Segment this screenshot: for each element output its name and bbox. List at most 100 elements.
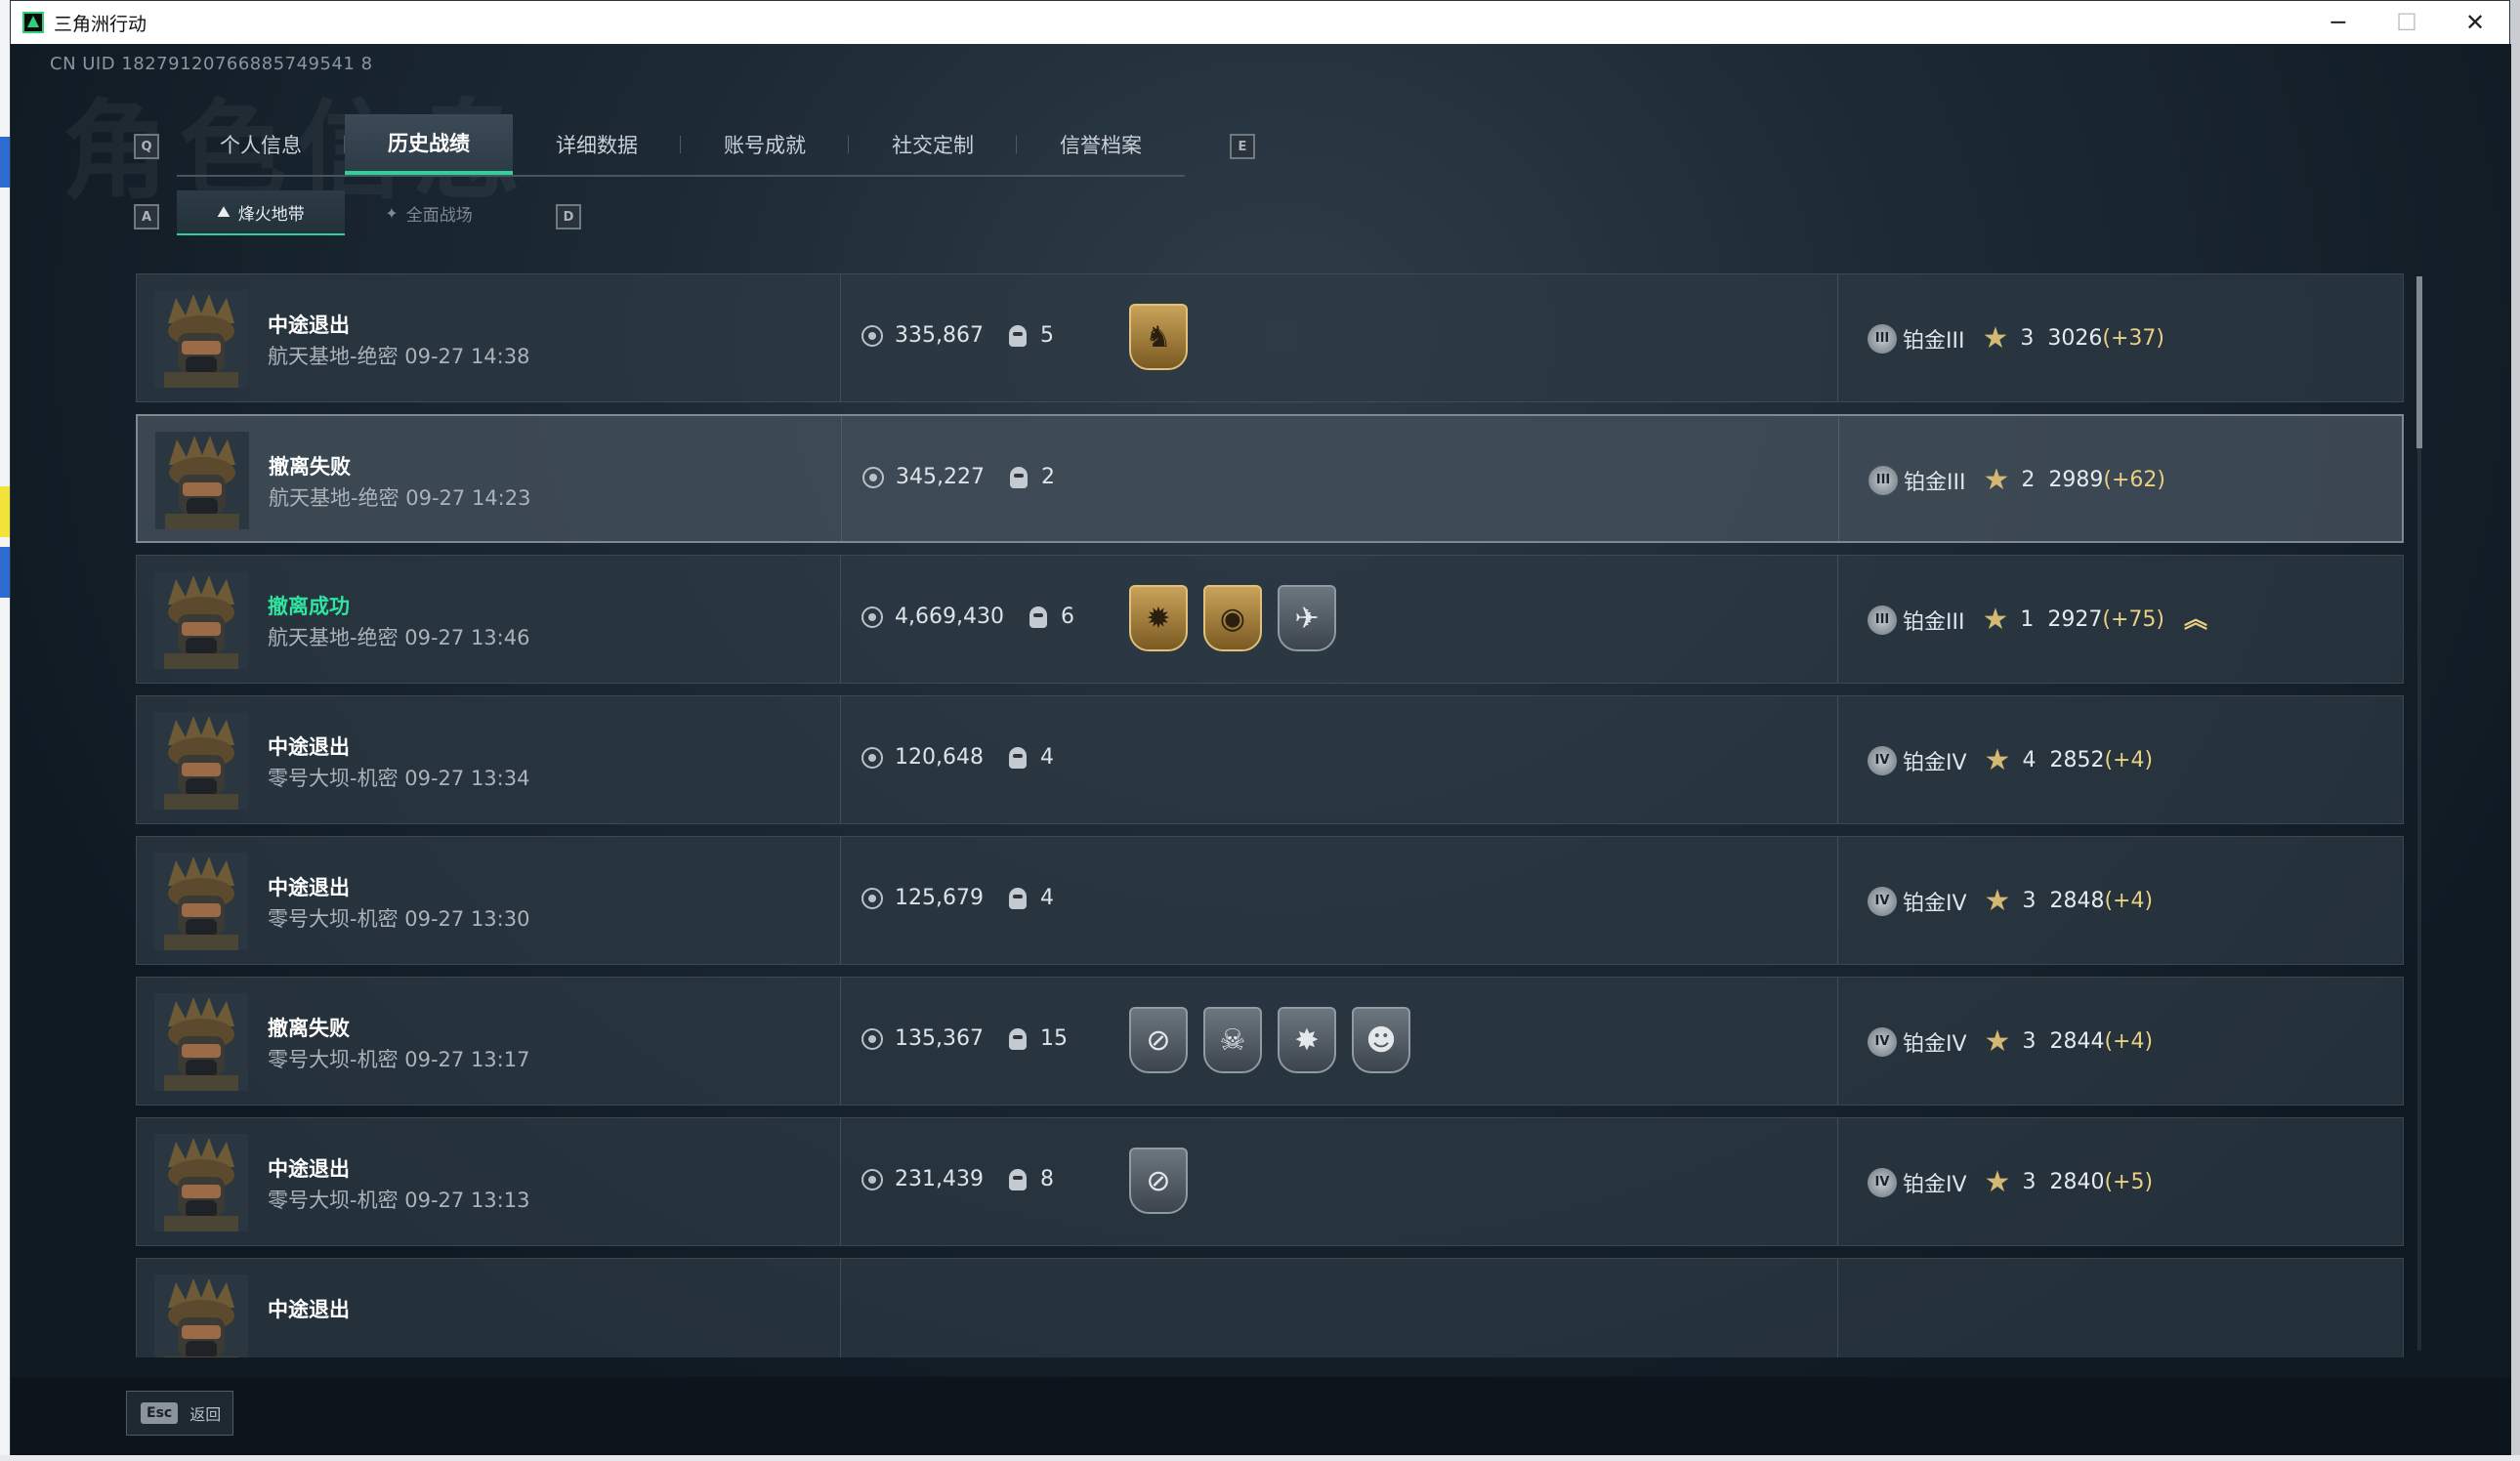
medal-badge-icon[interactable]: ✸	[1278, 1007, 1336, 1073]
coin-icon	[861, 887, 883, 909]
star-icon: ★	[1982, 603, 2009, 637]
medal-badge-icon[interactable]: ♞	[1129, 304, 1188, 370]
rank-info: III 铂金III ★ 3 3026 (+37)	[1868, 321, 2164, 355]
match-result: 撤离失败	[269, 455, 351, 479]
rank-emblem-icon: IV	[1868, 886, 1897, 916]
rank-score: 3026	[2047, 326, 2103, 351]
main-content: 角色信息 CN UID 18279120766885749541 8 Q 个人信…	[11, 44, 2511, 1456]
skull-icon	[1029, 605, 1047, 628]
match-stats: 135,367 15	[861, 1026, 1068, 1051]
match-history-list: 中途退出 航天基地-绝密 09-27 14:38 335,867 5 ♞ III 铂金III…	[126, 273, 2404, 1357]
rank-info: IV 铂金IV ★ 4 2852 (+4)	[1868, 743, 2153, 777]
kill-count: 6	[1060, 605, 1074, 629]
tab-2[interactable]: 历史战绩	[345, 114, 513, 175]
desktop-strip	[0, 547, 10, 598]
match-row[interactable]: 撤离成功 航天基地-绝密 09-27 13:46 4,669,430 6 ✹ ◉ ✈ III 铂…	[136, 555, 2404, 684]
star-count: 4	[2022, 748, 2037, 772]
medal-badge-icon[interactable]: ✹	[1129, 585, 1188, 651]
medal-badge-icon[interactable]: ☠	[1203, 1007, 1262, 1073]
rank-emblem-icon: III	[1868, 323, 1897, 354]
match-row[interactable]: 中途退出 航天基地-绝密 09-27 14:38 335,867 5 ♞ III 铂金III…	[136, 273, 2404, 402]
coin-icon	[861, 1168, 883, 1190]
medal-badge-icon[interactable]: ⊘	[1129, 1148, 1188, 1214]
match-result: 中途退出	[268, 735, 350, 759]
kill-count: 5	[1039, 323, 1054, 348]
column-divider	[1837, 556, 1838, 683]
rank-label: 铂金IV	[1903, 1031, 1967, 1057]
match-row[interactable]: 中途退出 零号大坝-机密 09-27 13:34 120,648 4 IV 铂金IV ★ 4 2…	[136, 695, 2404, 824]
column-divider	[1837, 1259, 1838, 1357]
rank-label: 铂金III	[1904, 470, 1966, 495]
star-icon: ★	[1984, 884, 2011, 918]
match-stats: 120,648 4	[861, 745, 1054, 770]
match-row[interactable]: 中途退出	[136, 1258, 2404, 1357]
match-stats: 125,679 4	[861, 886, 1054, 910]
rank-score: 2844	[2049, 1029, 2105, 1054]
subtab-2[interactable]: ✦ 全面战场	[345, 190, 513, 235]
tab-5[interactable]: 社交定制	[849, 114, 1017, 175]
rank-up-chevron-icon: ︽	[2183, 605, 2207, 634]
medal-list: ⊘ ☠ ✸ ☻	[1129, 1007, 1410, 1073]
operator-avatar	[154, 993, 248, 1091]
medal-badge-icon[interactable]: ✈	[1278, 585, 1336, 651]
operator-avatar	[155, 432, 249, 529]
match-result: 中途退出	[268, 313, 350, 337]
coin-value: 231,439	[895, 1167, 984, 1191]
match-map-time: 零号大坝-机密 09-27 13:30	[268, 907, 530, 931]
back-button[interactable]: Esc 返回	[126, 1391, 233, 1436]
player-uid: CN UID 18279120766885749541 8	[50, 54, 373, 74]
rank-score: 2852	[2049, 748, 2105, 772]
match-row[interactable]: 撤离失败 航天基地-绝密 09-27 14:23 345,227 2 III 铂金III ★…	[136, 414, 2404, 543]
medal-badge-icon[interactable]: ⊘	[1129, 1007, 1188, 1073]
column-divider	[840, 274, 841, 401]
coin-value: 4,669,430	[895, 605, 1004, 629]
rank-emblem-icon: III	[1869, 465, 1898, 495]
kill-count: 8	[1039, 1167, 1054, 1191]
close-button[interactable]: ✕	[2441, 1, 2509, 44]
tab-6[interactable]: 信誉档案	[1017, 114, 1185, 175]
rank-label: 铂金III	[1903, 609, 1965, 635]
score-delta: (+37)	[2102, 326, 2164, 351]
tab-3[interactable]: 详细数据	[513, 114, 681, 175]
column-divider	[840, 837, 841, 964]
medal-badge-icon[interactable]: ◉	[1203, 585, 1262, 651]
tab-4[interactable]: 账号成就	[681, 114, 849, 175]
match-result: 撤离成功	[268, 595, 350, 618]
coin-value: 135,367	[895, 1026, 984, 1051]
rank-label: 铂金IV	[1903, 1172, 1967, 1197]
column-divider	[1837, 1118, 1838, 1245]
desktop-edge	[0, 0, 10, 1461]
rank-emblem-icon: IV	[1868, 745, 1897, 775]
match-row[interactable]: 中途退出 零号大坝-机密 09-27 13:30 125,679 4 IV 铂金IV ★ 3 2…	[136, 836, 2404, 965]
esc-key-icon: Esc	[141, 1402, 179, 1424]
star-count: 3	[2022, 889, 2037, 913]
rank-score: 2848	[2049, 889, 2105, 913]
match-row[interactable]: 中途退出 零号大坝-机密 09-27 13:13 231,439 8 ⊘ IV 铂金IV ★ 3…	[136, 1117, 2404, 1246]
subtab-label: 烽火地带	[237, 204, 305, 225]
desktop-strip	[0, 137, 10, 188]
bottom-bar	[11, 1377, 2511, 1456]
star-count: 3	[2022, 1170, 2037, 1194]
minimize-button[interactable]: ─	[2304, 1, 2373, 44]
skull-icon	[1008, 1027, 1027, 1050]
rank-score: 2989	[2048, 468, 2104, 492]
maximize-button[interactable]: ☐	[2373, 1, 2441, 44]
star-count: 3	[2020, 326, 2035, 351]
window-title: 三角洲行动	[54, 13, 147, 35]
column-divider	[840, 556, 841, 683]
operator-avatar	[154, 571, 248, 669]
column-divider	[840, 696, 841, 823]
match-row[interactable]: 撤离失败 零号大坝-机密 09-27 13:17 135,367 15 ⊘ ☠ ✸ ☻ IV 铂金…	[136, 977, 2404, 1106]
key-hint-prev-subtab: A	[134, 204, 159, 230]
match-map-time: 零号大坝-机密 09-27 13:17	[268, 1048, 530, 1071]
subtab-1[interactable]: ⛰ 烽火地带	[177, 190, 345, 235]
medal-badge-icon[interactable]: ☻	[1352, 1007, 1410, 1073]
subtab-label: 全面战场	[405, 205, 473, 226]
tab-1[interactable]: 个人信息	[177, 114, 345, 175]
scrollbar-thumb[interactable]	[2416, 276, 2422, 448]
column-divider	[1837, 837, 1838, 964]
column-divider	[1837, 978, 1838, 1105]
star-count: 3	[2022, 1029, 2037, 1054]
rank-info: III 铂金III ★ 1 2927 (+75) ︽	[1868, 603, 2207, 637]
column-divider	[840, 1118, 841, 1245]
